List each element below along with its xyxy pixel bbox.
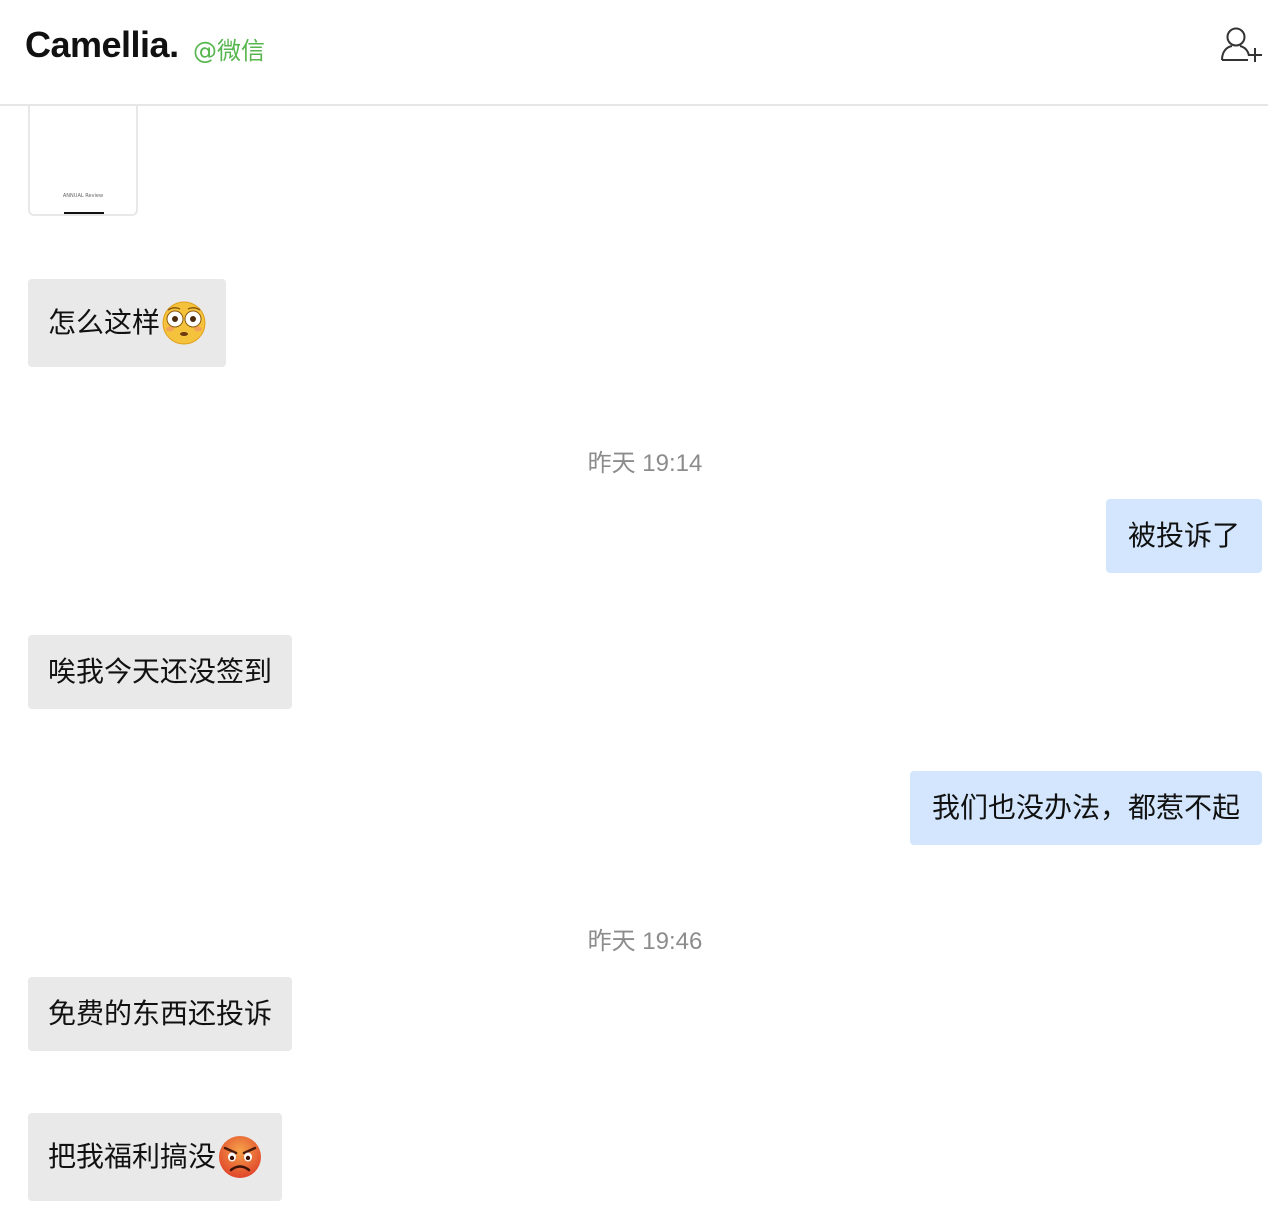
message-text: 被投诉了 xyxy=(1127,519,1240,552)
message-bubble[interactable]: 唉我今天还没签到 xyxy=(28,635,293,709)
image-caption: ANNUAL Review xyxy=(62,193,104,199)
message-bubble[interactable]: 被投诉了 xyxy=(1105,499,1262,573)
angry-face-emoji xyxy=(219,1136,262,1178)
add-user-icon[interactable] xyxy=(1218,26,1264,64)
image-underline xyxy=(64,212,104,214)
message-bubble[interactable]: 怎么这样 xyxy=(28,279,227,367)
timestamp: 昨天 19:46 xyxy=(587,928,703,955)
message-text: 我们也没办法，都惹不起 xyxy=(931,791,1240,824)
source-label: @微信 xyxy=(193,37,265,65)
message-text: 免费的东西还投诉 xyxy=(48,997,273,1030)
message-bubble[interactable]: 我们也没办法，都惹不起 xyxy=(909,771,1262,845)
flushed-face-emoji xyxy=(162,301,206,345)
message-bubble[interactable]: 免费的东西还投诉 xyxy=(28,977,293,1051)
message-bubble[interactable]: 把我福利搞没 xyxy=(28,1113,283,1201)
contact-name[interactable]: Camellia. xyxy=(25,24,179,66)
message-text: 把我福利搞没 xyxy=(48,1140,217,1173)
timestamp: 昨天 19:14 xyxy=(587,450,703,477)
image-message[interactable]: ANNUAL Review xyxy=(28,106,138,216)
chat-header: Camellia. @微信 xyxy=(0,0,1268,106)
message-text: 怎么这样 xyxy=(48,306,161,339)
message-text: 唉我今天还没签到 xyxy=(48,655,273,688)
